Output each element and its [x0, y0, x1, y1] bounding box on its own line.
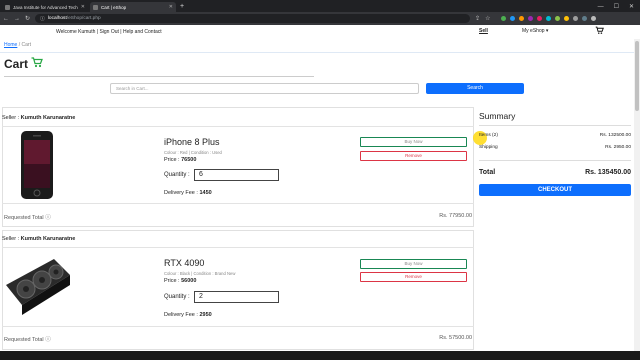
address-bar: ← → ↻ ⓘ localhost/eShop/cart.php ⇪ ☆	[0, 12, 640, 25]
extension-icon[interactable]	[546, 16, 552, 21]
close-icon[interactable]: ✕	[81, 4, 85, 10]
tab-favicon-icon	[5, 4, 10, 10]
url-field[interactable]: ⓘ localhost/eShop/cart.php	[35, 14, 471, 23]
reload-icon[interactable]: ↻	[25, 15, 30, 22]
divider	[2, 247, 474, 248]
product-name: RTX 4090	[164, 258, 205, 268]
breadcrumb: Home / Cart	[4, 42, 31, 48]
divider	[0, 52, 640, 53]
close-icon[interactable]: ✕	[169, 4, 173, 10]
quantity-label: Quantity :	[164, 172, 190, 178]
extension-icon[interactable]	[510, 16, 516, 21]
scrollbar-thumb[interactable]	[635, 41, 639, 111]
divider	[479, 125, 631, 126]
tab-title: Cart | eShop	[101, 4, 127, 10]
page-title: Cart	[4, 57, 43, 71]
extension-icon[interactable]	[528, 16, 534, 21]
seller-name: Kumuth Karunaratne	[20, 236, 76, 242]
summary-total-row: Total Rs. 135450.00	[479, 169, 631, 176]
checkout-button[interactable]: CHECKOUT	[479, 184, 631, 196]
profile-avatar[interactable]	[582, 16, 588, 21]
welcome-user: Kumuth	[78, 29, 96, 35]
cart-item-card	[2, 107, 474, 227]
extension-icon[interactable]	[555, 16, 561, 21]
caret-down-icon: ▾	[545, 28, 549, 34]
url-host: localhost	[47, 16, 67, 21]
my-eshop-dropdown[interactable]: My eShop ▾	[522, 28, 548, 34]
extensions-puzzle-icon[interactable]	[573, 16, 579, 21]
extension-icon[interactable]	[501, 16, 507, 21]
minimize-icon[interactable]: —	[598, 2, 604, 12]
tab-favicon-icon	[93, 4, 98, 10]
title-divider	[4, 76, 314, 77]
buy-now-button[interactable]: Buy Now	[360, 259, 467, 269]
buy-now-button[interactable]: Buy Now	[360, 137, 467, 147]
requested-total-value: Rs. 77950.00	[439, 213, 472, 219]
sell-link[interactable]: Sell	[479, 28, 488, 34]
info-icon: ⓘ	[40, 17, 45, 22]
search-input[interactable]: Search in Cart...	[110, 83, 419, 94]
extensions	[501, 16, 597, 21]
cart-item-card	[2, 230, 474, 350]
requested-total-label: Requested Total ⓘ	[4, 215, 51, 221]
window-controls: — ☐ ✕	[598, 2, 640, 12]
product-image-rtx-4090	[4, 255, 72, 317]
requested-total-value: Rs. 57500.00	[439, 335, 472, 341]
summary-title: Summary	[479, 111, 516, 121]
divider	[479, 160, 631, 161]
scrollbar[interactable]	[634, 39, 640, 351]
info-icon: ⓘ	[45, 337, 51, 343]
maximize-icon[interactable]: ☐	[614, 2, 619, 12]
divider	[2, 126, 474, 127]
divider	[2, 203, 474, 204]
product-price: 76500	[181, 157, 197, 163]
divider	[2, 326, 474, 327]
browser-tabbar: Java Institute for Advanced Tech... ✕ Ca…	[0, 0, 640, 12]
search-button[interactable]: Search	[426, 83, 524, 94]
info-icon: ⓘ	[45, 215, 51, 221]
cart-icon[interactable]	[595, 26, 604, 37]
close-window-icon[interactable]: ✕	[629, 2, 634, 12]
product-image-iphone	[20, 131, 54, 199]
product-price: 56000	[181, 278, 197, 284]
breadcrumb-home-link[interactable]: Home	[4, 42, 17, 48]
back-icon[interactable]: ←	[3, 16, 9, 22]
bookmark-star-icon[interactable]: ☆	[485, 15, 490, 22]
share-icon[interactable]: ⇪	[475, 15, 480, 22]
seller-name: Kumuth Karunaratne	[20, 115, 76, 121]
extension-icon[interactable]	[537, 16, 543, 21]
extension-icon[interactable]	[564, 16, 570, 21]
requested-total-label: Requested Total ⓘ	[4, 337, 51, 343]
quantity-input[interactable]: 6	[194, 169, 279, 181]
header-links[interactable]: | Sign Out | Help and Contact	[97, 29, 162, 35]
product-meta: Colour : Red | Condition : Used	[164, 150, 222, 155]
product-meta: Colour : Black | Condition : Brand New	[164, 271, 236, 276]
delivery-fee: 2950	[199, 312, 212, 318]
site-header: Welcome Kumuth | Sign Out | Help and Con…	[0, 25, 640, 39]
quantity-input[interactable]: 2	[194, 291, 279, 303]
seller-line: Seller : Kumuth Karunaratne	[2, 115, 76, 121]
seller-line: Seller : Kumuth Karunaratne	[2, 236, 76, 242]
cart-icon	[31, 57, 43, 71]
delivery-fee: 1450	[199, 190, 212, 196]
forward-icon[interactable]: →	[14, 16, 20, 22]
summary-items-row: Items (2) Rs. 132500.00	[479, 133, 631, 138]
welcome-text: Welcome Kumuth | Sign Out | Help and Con…	[56, 29, 162, 35]
tab-title: Java Institute for Advanced Tech...	[13, 4, 78, 10]
new-tab-icon[interactable]: +	[180, 2, 184, 12]
remove-button[interactable]: Remove	[360, 151, 467, 161]
summary-shipping-row: Shipping Rs. 2950.00	[479, 145, 631, 150]
browser-tab[interactable]: Java Institute for Advanced Tech... ✕	[2, 2, 88, 12]
url-path: /eShop/cart.php	[66, 16, 101, 21]
taskbar	[0, 351, 640, 360]
browser-tab-active[interactable]: Cart | eShop ✕	[90, 2, 176, 12]
breadcrumb-current: Cart	[21, 42, 31, 48]
remove-button[interactable]: Remove	[360, 272, 467, 282]
product-name: iPhone 8 Plus	[164, 137, 220, 147]
quantity-label: Quantity :	[164, 294, 190, 300]
extension-icon[interactable]	[519, 16, 525, 21]
menu-kebab-icon[interactable]	[591, 16, 597, 21]
